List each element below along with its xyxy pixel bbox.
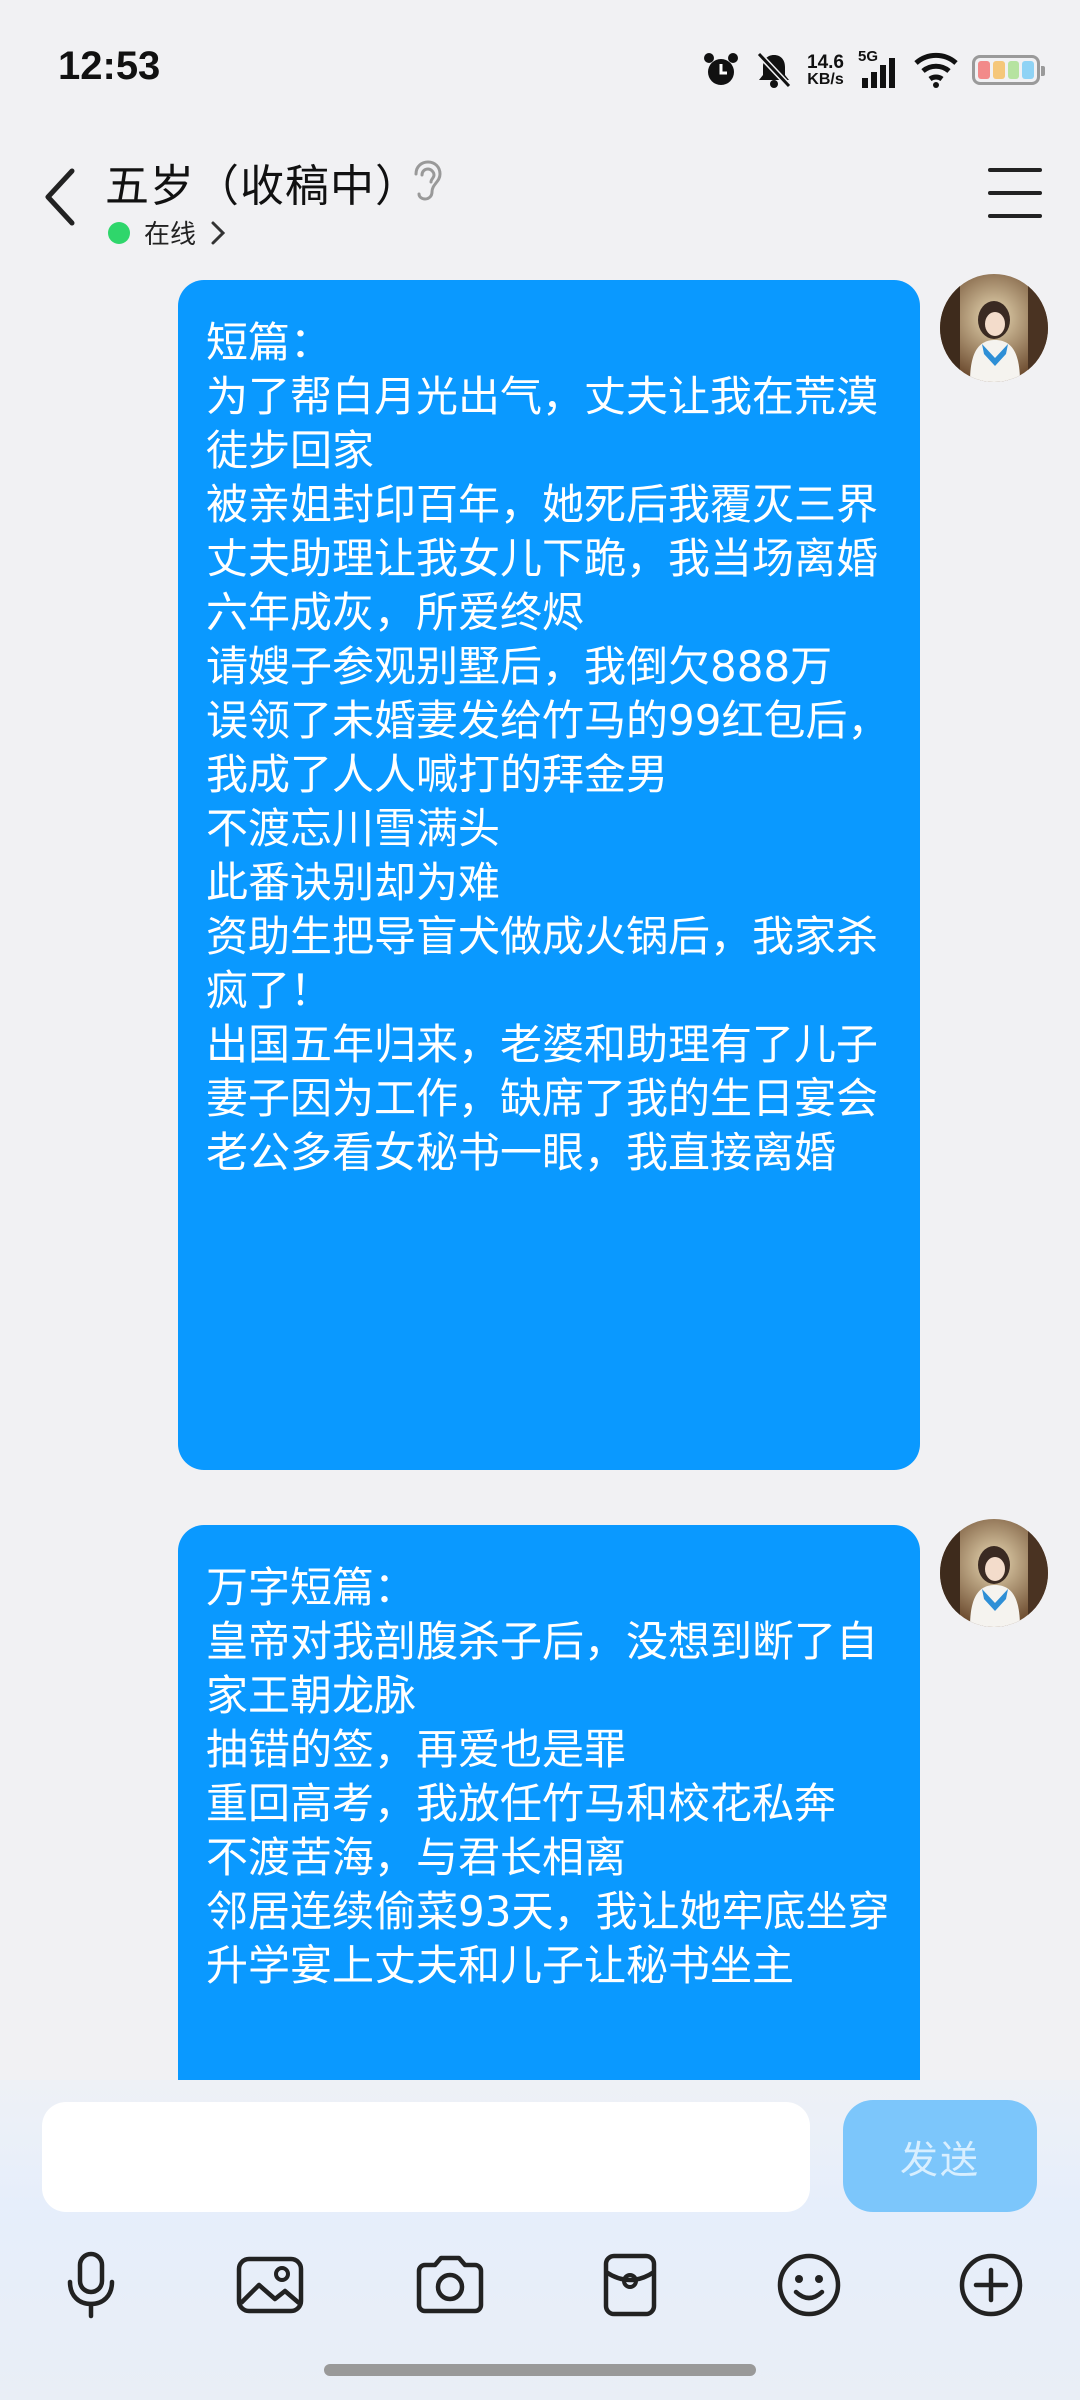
message-bubble[interactable]: 万字短篇： 皇帝对我剖腹杀子后，没想到断了自家王朝龙脉 抽错的签，再爱也是罪 重… xyxy=(178,1525,920,2080)
image-icon[interactable] xyxy=(225,2240,315,2330)
net-speed-unit: KB/s xyxy=(807,70,844,88)
avatar[interactable] xyxy=(940,274,1048,382)
message-line: 抽错的签，再爱也是罪 xyxy=(206,1725,627,1774)
message-line: 妻子因为工作，缺席了我的生日宴会 xyxy=(206,1074,879,1123)
back-arrow-icon xyxy=(45,168,75,226)
message-line: 邻居连续偷菜93天，我让她牢底坐穿 xyxy=(206,1887,890,1936)
message-line: 老公多看女秘书一眼，我直接离婚 xyxy=(206,1128,837,1177)
alarm-icon xyxy=(704,53,739,85)
message-line: 为了帮白月光出气，丈夫让我在荒漠徒步回家 xyxy=(206,372,879,475)
camera-icon[interactable] xyxy=(405,2240,495,2330)
message-line: 资助生把导盲犬做成火锅后，我家杀疯了！ xyxy=(206,912,879,1015)
message-line: 请嫂子参观别墅后，我倒欠888万 xyxy=(206,642,833,691)
online-dot xyxy=(108,221,130,244)
back-button[interactable] xyxy=(30,162,90,232)
message-line: 被亲姐封印百年，她死后我覆灭三界 xyxy=(206,480,879,529)
message-line: 六年成灰，所爱终烬 xyxy=(206,588,585,637)
message-line: 万字短篇： xyxy=(206,1563,417,1612)
chevron-right-icon xyxy=(211,221,226,244)
wifi-icon xyxy=(914,52,958,88)
online-status-text: 在线 xyxy=(144,220,197,250)
avatar[interactable] xyxy=(940,1519,1048,1627)
send-button[interactable]: 发送 xyxy=(843,2100,1037,2212)
chat-area[interactable]: 短篇： 为了帮白月光出气，丈夫让我在荒漠徒步回家 被亲姐封印百年，她死后我覆灭三… xyxy=(0,260,1080,2080)
battery-icon xyxy=(972,55,1045,85)
red-packet-icon[interactable] xyxy=(585,2240,675,2330)
contact-name[interactable]: 五岁（收稿中） xyxy=(105,150,420,214)
message-line: 不渡忘川雪满头 xyxy=(206,804,501,853)
message-line: 出国五年归来，老婆和助理有了儿子 xyxy=(206,1020,879,1069)
status-time: 12:53 xyxy=(58,44,161,88)
message-line: 误领了未婚妻发给竹马的99红包后，我成了人人喊打的拜金男 xyxy=(206,696,890,799)
chat-header: 五岁（收稿中） 在线 xyxy=(0,140,1080,260)
mute-bell-icon xyxy=(756,51,792,89)
ear-icon[interactable] xyxy=(404,158,444,202)
status-bar: 12:53 14.6 KB/s 5G xyxy=(0,0,1080,140)
microphone-icon[interactable] xyxy=(46,2240,136,2330)
menu-icon[interactable] xyxy=(988,168,1042,218)
message-line: 升学宴上丈夫和儿子让秘书坐主 xyxy=(206,1941,795,1990)
net-speed-value: 14.6 xyxy=(807,51,844,73)
online-status[interactable]: 在线 xyxy=(108,214,226,251)
message-input[interactable] xyxy=(42,2102,810,2212)
emoji-icon[interactable] xyxy=(764,2240,854,2330)
home-indicator[interactable] xyxy=(324,2364,756,2376)
status-icons: 14.6 KB/s 5G xyxy=(701,46,1045,94)
signal-icon: 5G xyxy=(858,48,900,90)
message-line: 不渡苦海，与君长相离 xyxy=(206,1833,627,1882)
message-bubble[interactable]: 短篇： 为了帮白月光出气，丈夫让我在荒漠徒步回家 被亲姐封印百年，她死后我覆灭三… xyxy=(178,280,920,1470)
message-line: 短篇： xyxy=(206,318,333,367)
input-toolbar xyxy=(0,2240,1080,2350)
message-line: 皇帝对我剖腹杀子后，没想到断了自家王朝龙脉 xyxy=(206,1617,879,1720)
message-line: 丈夫助理让我女儿下跪，我当场离婚 xyxy=(206,534,879,583)
message-line: 此番诀别却为难 xyxy=(206,858,501,907)
plus-icon[interactable] xyxy=(946,2240,1036,2330)
net-speed: 14.6 KB/s xyxy=(807,53,844,88)
composer-area: 发送 xyxy=(0,2080,1080,2400)
message-line: 重回高考，我放任竹马和校花私奔 xyxy=(206,1779,837,1828)
